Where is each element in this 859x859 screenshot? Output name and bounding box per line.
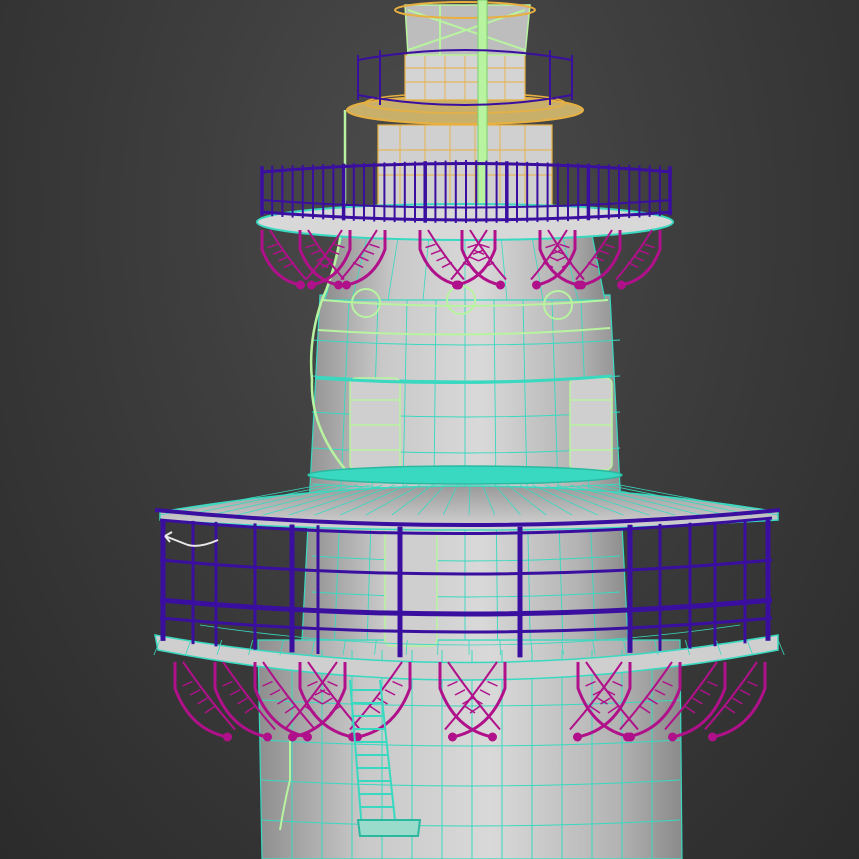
lighthouse-model[interactable] xyxy=(0,0,859,859)
tower-ring xyxy=(307,465,623,485)
3d-viewport[interactable] xyxy=(0,0,859,859)
